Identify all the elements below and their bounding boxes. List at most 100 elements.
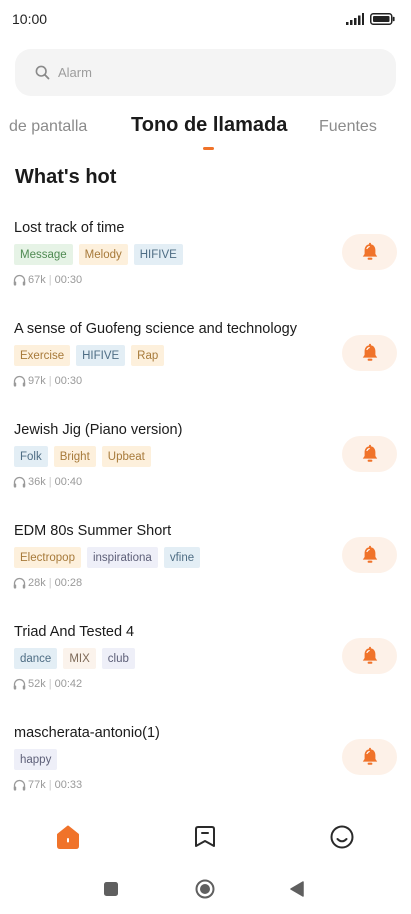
headphones-icon — [13, 274, 26, 286]
tag-badge[interactable]: Exercise — [14, 345, 71, 366]
tag-badge[interactable]: HIFIVE — [76, 345, 126, 366]
system-nav-bar — [0, 872, 411, 908]
ringtone-tags: Electropop inspirationa vfine — [14, 547, 201, 568]
set-ringtone-button[interactable] — [342, 234, 397, 270]
tab-indicator — [203, 147, 214, 150]
tag-badge[interactable]: Rap — [131, 345, 165, 366]
play-count: 97k — [28, 375, 46, 387]
set-ringtone-button[interactable] — [342, 537, 397, 573]
status-icons — [346, 12, 395, 30]
tag-badge[interactable]: dance — [14, 648, 58, 669]
bell-icon — [360, 646, 380, 666]
duration: 00:42 — [54, 678, 83, 690]
headphones-icon — [13, 779, 26, 791]
set-ringtone-button[interactable] — [342, 638, 397, 674]
tag-badge[interactable]: club — [101, 648, 135, 669]
battery-icon — [370, 12, 395, 30]
tab-fonts[interactable]: Fuentes — [319, 118, 377, 136]
bell-icon — [360, 545, 380, 565]
tab-wallpaper[interactable]: de pantalla — [9, 118, 87, 136]
nav-profile-button[interactable] — [327, 824, 357, 854]
headphones-icon — [13, 375, 26, 387]
duration: 00:30 — [54, 274, 83, 286]
tab-ringtone[interactable]: Tono de llamada — [131, 114, 287, 137]
recents-button[interactable] — [100, 880, 122, 902]
ringtone-title: A sense of Guofeng science and technolog… — [14, 321, 297, 337]
tag-badge[interactable]: happy — [14, 749, 58, 770]
ringtone-meta: 77k | 00:33 — [13, 779, 82, 791]
ringtone-tags: happy — [14, 749, 58, 770]
ringtone-list: Lost track of time Message Melody HIFIVE 67k… — [0, 208, 411, 814]
ringtone-title: EDM 80s Summer Short — [14, 523, 172, 539]
search-input[interactable]: Alarm — [58, 65, 92, 80]
ringtone-meta: 28k | 00:28 — [13, 577, 82, 589]
bottom-nav — [0, 818, 411, 862]
status-bar: 10:00 — [0, 0, 411, 38]
signal-icon — [346, 12, 364, 30]
smiley-icon — [329, 824, 355, 855]
ringtone-title: mascherata-antonio(1) — [14, 725, 160, 741]
ringtone-tags: Folk Bright Upbeat — [14, 446, 151, 467]
search-bar[interactable]: Alarm — [15, 49, 396, 96]
headphones-icon — [13, 577, 26, 589]
bell-icon — [360, 242, 380, 262]
ringtone-tags: dance MIX club — [14, 648, 135, 669]
set-ringtone-button[interactable] — [342, 739, 397, 775]
headphones-icon — [13, 476, 26, 488]
set-ringtone-button[interactable] — [342, 335, 397, 371]
tag-badge[interactable]: Upbeat — [101, 446, 151, 467]
ringtone-tags: Exercise HIFIVE Rap — [14, 345, 165, 366]
set-ringtone-button[interactable] — [342, 436, 397, 472]
ringtone-meta: 36k | 00:40 — [13, 476, 82, 488]
nav-home-button[interactable] — [53, 824, 83, 854]
status-time: 10:00 — [12, 11, 48, 27]
duration: 00:40 — [54, 476, 83, 488]
play-count: 28k — [28, 577, 46, 589]
tag-badge[interactable]: MIX — [63, 648, 96, 669]
ringtone-item[interactable]: mascherata-antonio(1) happy 77k | 00:33 — [0, 713, 411, 814]
system-home-button[interactable] — [194, 879, 216, 904]
tag-badge[interactable]: Message — [14, 244, 73, 265]
recents-square-icon — [103, 881, 119, 902]
meta-divider: | — [48, 476, 52, 488]
section-title: What's hot — [15, 166, 117, 188]
duration: 00:30 — [54, 375, 83, 387]
headphones-icon — [13, 678, 26, 690]
tag-badge[interactable]: Folk — [14, 446, 48, 467]
play-count: 77k — [28, 779, 46, 791]
tag-badge[interactable]: Melody — [78, 244, 128, 265]
tag-badge[interactable]: HIFIVE — [133, 244, 183, 265]
ringtone-item[interactable]: EDM 80s Summer Short Electropop inspiratio… — [0, 511, 411, 612]
back-triangle-icon — [289, 880, 305, 903]
ringtone-item[interactable]: Triad And Tested 4 dance MIX club 52k | 00:42 — [0, 612, 411, 713]
ringtone-item[interactable]: A sense of Guofeng science and technolog… — [0, 309, 411, 410]
bell-icon — [360, 343, 380, 363]
home-icon — [54, 824, 82, 855]
duration: 00:28 — [54, 577, 83, 589]
ringtone-tags: Message Melody HIFIVE — [14, 244, 183, 265]
meta-divider: | — [48, 577, 52, 589]
ringtone-title: Lost track of time — [14, 220, 125, 236]
category-tabs: de pantalla Tono de llamada Fuentes — [0, 110, 411, 155]
meta-divider: | — [48, 678, 52, 690]
meta-divider: | — [48, 375, 52, 387]
tag-badge[interactable]: Bright — [53, 446, 96, 467]
bookmark-icon — [192, 824, 218, 855]
tag-badge[interactable]: vfine — [163, 547, 201, 568]
ringtone-item[interactable]: Jewish Jig (Piano version) Folk Bright Upbe… — [0, 410, 411, 511]
ringtone-title: Jewish Jig (Piano version) — [14, 422, 183, 438]
tag-badge[interactable]: Electropop — [14, 547, 81, 568]
back-button[interactable] — [286, 880, 308, 902]
ringtone-item[interactable]: Lost track of time Message Melody HIFIVE 67k… — [0, 208, 411, 309]
play-count: 67k — [28, 274, 46, 286]
ringtone-meta: 67k | 00:30 — [13, 274, 82, 286]
play-count: 36k — [28, 476, 46, 488]
search-icon — [34, 65, 50, 81]
meta-divider: | — [48, 274, 52, 286]
duration: 00:33 — [54, 779, 83, 791]
bell-icon — [360, 747, 380, 767]
tag-badge[interactable]: inspirationa — [86, 547, 158, 568]
nav-bookmark-button[interactable] — [190, 824, 220, 854]
home-circle-icon — [195, 879, 215, 904]
ringtone-meta: 97k | 00:30 — [13, 375, 82, 387]
